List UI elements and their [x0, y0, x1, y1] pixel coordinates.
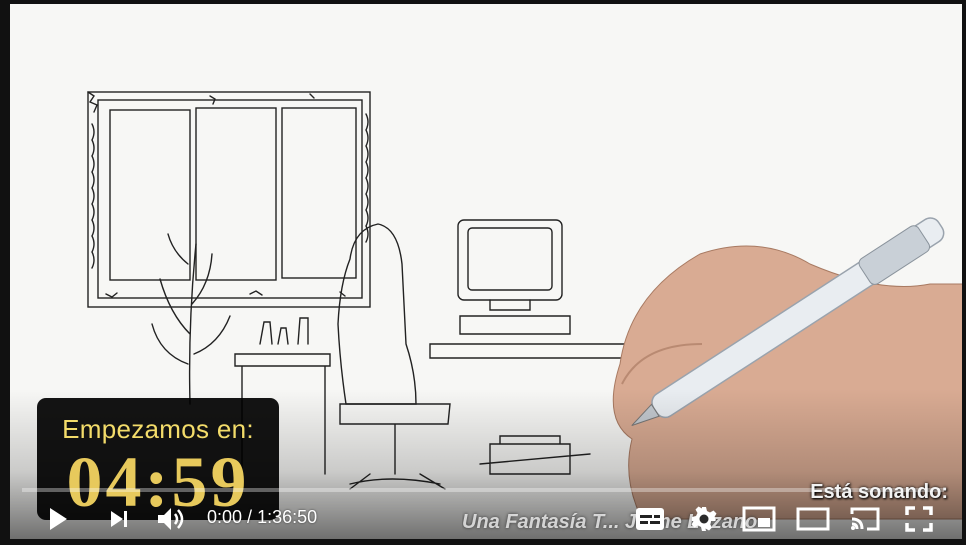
- mute-button[interactable]: [152, 502, 190, 536]
- current-time: 0:00: [207, 507, 243, 527]
- countdown-label: Empezamos en:: [62, 414, 254, 444]
- fullscreen-icon: [905, 506, 933, 532]
- progress-bar[interactable]: [22, 488, 944, 492]
- settings-button[interactable]: [686, 502, 722, 536]
- cast-icon: [850, 507, 880, 531]
- subtitles-icon: [636, 508, 664, 530]
- next-icon: [111, 511, 127, 527]
- subtitles-button[interactable]: [632, 504, 668, 534]
- time-display: 0:00 / 1:36:50: [207, 507, 317, 528]
- miniplayer-button[interactable]: [740, 503, 778, 535]
- duration: 1:36:50: [257, 507, 318, 527]
- time-separator: /: [242, 507, 258, 527]
- play-icon: [50, 508, 67, 530]
- play-button[interactable]: [40, 502, 76, 536]
- fullscreen-button[interactable]: [900, 503, 938, 535]
- miniplayer-icon: [742, 506, 776, 532]
- now-playing-label: Está sonando:: [810, 481, 948, 503]
- settings-icon: [691, 506, 717, 531]
- next-button[interactable]: [102, 502, 136, 536]
- video-player[interactable]: Empezamos en: 04:59 Está sonando: Una Fa…: [0, 0, 966, 545]
- cast-button[interactable]: [846, 503, 884, 535]
- volume-icon: [158, 508, 184, 530]
- theater-icon: [796, 507, 830, 531]
- theater-mode-button[interactable]: [794, 503, 832, 535]
